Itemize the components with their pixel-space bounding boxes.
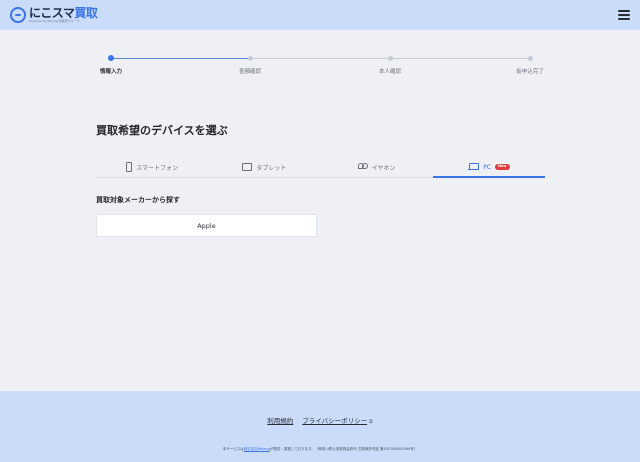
maker-section-title: 買取対象メーカーから探す bbox=[96, 196, 180, 204]
progress-stepper: 情報入力 査額確認 本人確認 仮申込完了 bbox=[98, 52, 548, 80]
footer-links: 利用規約 プライバシーポリシー ⧉ bbox=[0, 415, 640, 425]
tablet-icon bbox=[242, 163, 253, 171]
terms-link[interactable]: 利用規約 bbox=[267, 415, 293, 425]
logo-wordmark: にこスマ買取 bbox=[29, 6, 98, 20]
privacy-link[interactable]: プライバシーポリシー bbox=[302, 417, 367, 425]
smartphone-icon bbox=[126, 162, 133, 172]
step-application-complete: 仮申込完了 bbox=[500, 52, 560, 75]
step-identity-confirm: 本人確認 bbox=[360, 52, 420, 75]
laptop-icon bbox=[468, 163, 480, 171]
device-tabs: スマートフォン タブレット イヤホン PC New bbox=[96, 157, 546, 178]
new-badge: New bbox=[495, 164, 510, 170]
tab-tablet[interactable]: タブレット bbox=[208, 157, 320, 177]
tab-earphone[interactable]: イヤホン bbox=[321, 157, 433, 177]
step-label: 査額確認 bbox=[238, 69, 261, 75]
step-dot bbox=[247, 56, 253, 61]
hamburger-menu-icon[interactable] bbox=[618, 10, 630, 20]
site-header: にこスマ買取 Powered by Belong 伊藤忠グループ bbox=[0, 0, 640, 30]
maker-button-apple[interactable]: Apple bbox=[96, 214, 317, 237]
footer-company-note: 本サービスは株式会社Belongが提供・運営しております。（神奈川県公安委員会許… bbox=[222, 447, 418, 451]
site-footer: 利用規約 プライバシーポリシー ⧉ 本サービスは株式会社Belongが提供・運営し… bbox=[0, 391, 640, 462]
stepper-track bbox=[111, 58, 531, 59]
logo-chat-icon bbox=[10, 7, 26, 23]
step-label: 仮申込完了 bbox=[516, 69, 544, 75]
step-label: 本人確認 bbox=[378, 69, 401, 75]
step-price-confirm: 査額確認 bbox=[220, 52, 280, 75]
step-label: 情報入力 bbox=[99, 69, 122, 75]
step-dot bbox=[108, 55, 114, 61]
logo[interactable]: にこスマ買取 Powered by Belong 伊藤忠グループ bbox=[10, 6, 98, 23]
company-link[interactable]: 株式会社Belong bbox=[244, 447, 270, 451]
tab-pc[interactable]: PC New bbox=[432, 157, 546, 178]
earphone-icon bbox=[357, 163, 368, 171]
logo-tagline: Powered by Belong 伊藤忠グループ bbox=[29, 19, 80, 23]
step-info-input: 情報入力 bbox=[81, 52, 141, 75]
step-dot bbox=[527, 56, 533, 61]
device-section-title: 買取希望のデバイスを選ぶ bbox=[96, 124, 228, 137]
external-link-icon: ⧉ bbox=[369, 419, 373, 425]
tab-smartphone[interactable]: スマートフォン bbox=[96, 157, 208, 177]
step-dot bbox=[387, 56, 393, 61]
